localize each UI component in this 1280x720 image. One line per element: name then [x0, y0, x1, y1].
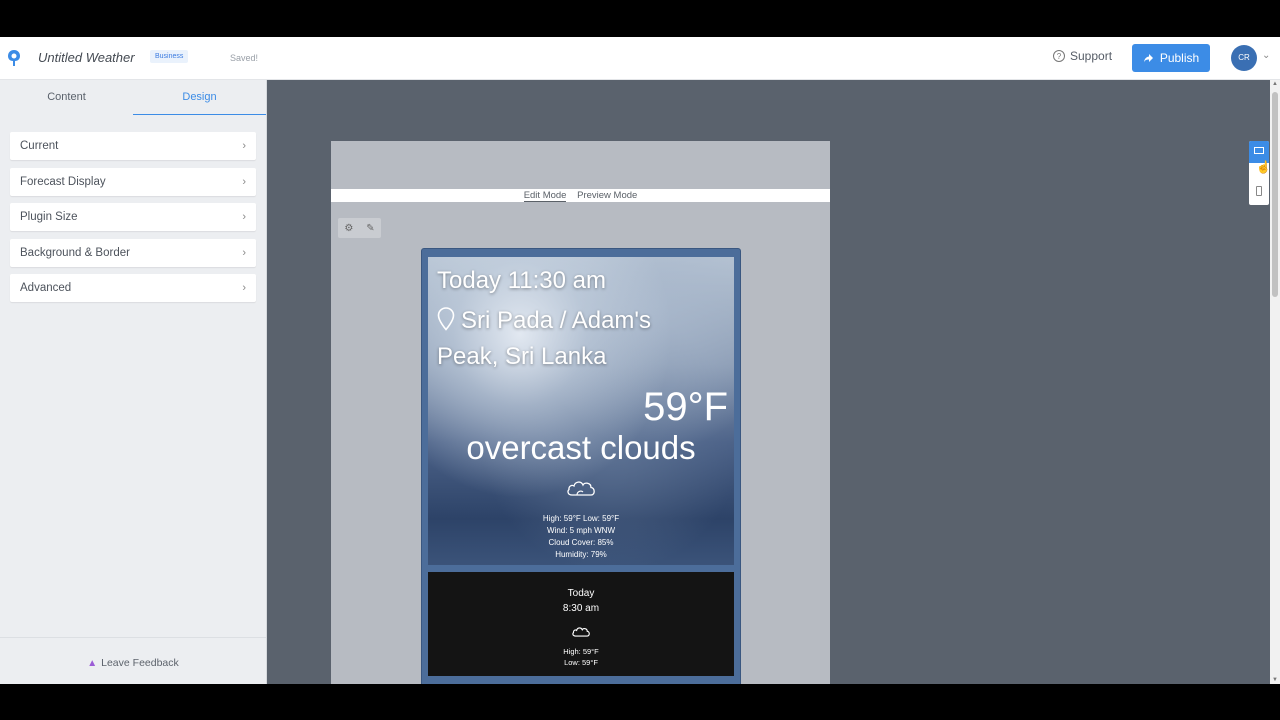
current-description: overcast clouds — [466, 429, 696, 466]
menu-item-label: Background & Border — [20, 246, 130, 259]
app-logo-icon[interactable] — [6, 49, 22, 67]
edit-mode-button[interactable]: Edit Mode — [523, 190, 567, 202]
menu-item-background-border[interactable]: Background & Border › — [10, 238, 256, 267]
humidity-text: Humidity: 79% — [555, 550, 607, 559]
location-pin-icon — [437, 307, 455, 331]
wind-text: Wind: 5 mph WNW — [546, 526, 615, 535]
tab-design[interactable]: Design — [133, 80, 266, 115]
menu-item-current[interactable]: Current › — [10, 132, 256, 160]
help-icon: ? — [1053, 50, 1065, 62]
location-label: Sri Pada / Adam's Peak, Sri Lanka — [437, 307, 652, 370]
menu-item-label: Plugin Size — [20, 211, 78, 223]
forecast-day: Today — [567, 588, 595, 599]
current-temperature: 59°F — [643, 385, 728, 429]
megaphone-icon: ▲ — [87, 658, 98, 669]
scroll-down-icon[interactable]: ▼ — [1272, 677, 1278, 683]
chevron-right-icon: › — [242, 282, 246, 294]
publish-button[interactable]: Publish — [1132, 44, 1210, 72]
mobile-view-button[interactable] — [1256, 186, 1262, 196]
current-location: Sri Pada / Adam's Peak, Sri Lanka — [437, 303, 717, 375]
preview-mode-button[interactable]: Preview Mode — [577, 190, 637, 201]
menu-item-plugin-size[interactable]: Plugin Size › — [10, 203, 256, 231]
top-bar: Untitled Weather Business Saved! ? Suppo… — [0, 37, 1280, 80]
app-title[interactable]: Untitled Weather — [38, 50, 135, 65]
pencil-icon[interactable]: ✎ — [366, 223, 374, 234]
weather-widget[interactable]: Today 11:30 am Sri Pada / Adam's Peak, S… — [421, 248, 741, 684]
support-link[interactable]: ? Support — [1053, 49, 1112, 63]
sidebar-tabs: Content Design — [0, 80, 266, 115]
plugin-toolbar: ⚙ ✎ — [338, 218, 381, 238]
menu-item-label: Current — [20, 140, 59, 152]
menu-item-advanced[interactable]: Advanced › — [10, 274, 256, 302]
support-label: Support — [1070, 49, 1113, 63]
chevron-right-icon: › — [242, 211, 246, 223]
high-low-text: High: 59°F Low: 59°F — [542, 514, 620, 523]
forecast-high: High: 59°F — [563, 647, 599, 656]
mode-switcher: Edit Mode Preview Mode — [331, 189, 830, 202]
avatar[interactable]: CR — [1231, 45, 1257, 71]
forecast-low: Low: 59°F — [564, 658, 598, 667]
desktop-icon — [1254, 147, 1264, 154]
cloud-icon — [572, 627, 590, 637]
current-time: Today 11:30 am — [437, 267, 606, 294]
menu-item-forecast-display[interactable]: Forecast Display › — [10, 167, 256, 196]
menu-item-label: Advanced — [20, 282, 72, 294]
design-menu: Current › Forecast Display › Plugin Size… — [10, 132, 256, 310]
app-frame: Untitled Weather Business Saved! ? Suppo… — [0, 37, 1280, 684]
menu-item-label: Forecast Display — [20, 175, 106, 188]
forecast-time: 8:30 am — [562, 603, 600, 614]
sidebar: Content Design Current › Forecast Displa… — [0, 80, 267, 684]
current-weather-card: Today 11:30 am Sri Pada / Adam's Peak, S… — [428, 257, 734, 565]
chevron-right-icon: › — [242, 175, 246, 188]
current-details: High: 59°F Low: 59°F Wind: 5 mph WNW Clo… — [428, 513, 734, 561]
save-status: Saved! — [230, 53, 259, 63]
share-icon — [1143, 53, 1153, 62]
tab-content[interactable]: Content — [0, 80, 133, 115]
chevron-down-icon[interactable]: ⌄ — [1262, 50, 1270, 61]
cloud-icon — [567, 481, 595, 496]
scroll-up-icon[interactable]: ▲ — [1272, 81, 1278, 87]
cloud-cover-text: Cloud Cover: 85% — [548, 538, 614, 547]
chevron-right-icon: › — [242, 246, 246, 259]
leave-feedback-link[interactable]: ▲ Leave Feedback — [0, 637, 266, 684]
scrollbar[interactable]: ▲ ▼ — [1270, 80, 1280, 684]
scroll-thumb[interactable] — [1272, 92, 1278, 297]
preview-canvas: Edit Mode Preview Mode ⚙ ✎ Today 11:30 a… — [331, 141, 830, 684]
publish-label: Publish — [1159, 51, 1200, 65]
plan-badge: Business — [150, 50, 189, 63]
feedback-label: Leave Feedback — [101, 657, 179, 669]
hand-cursor-icon: ☝ — [1256, 160, 1271, 174]
gear-icon[interactable]: ⚙ — [344, 223, 353, 234]
forecast-card: Today 8:30 am High: 59°F Low: 59°F — [428, 572, 734, 676]
chevron-right-icon: › — [242, 140, 246, 152]
